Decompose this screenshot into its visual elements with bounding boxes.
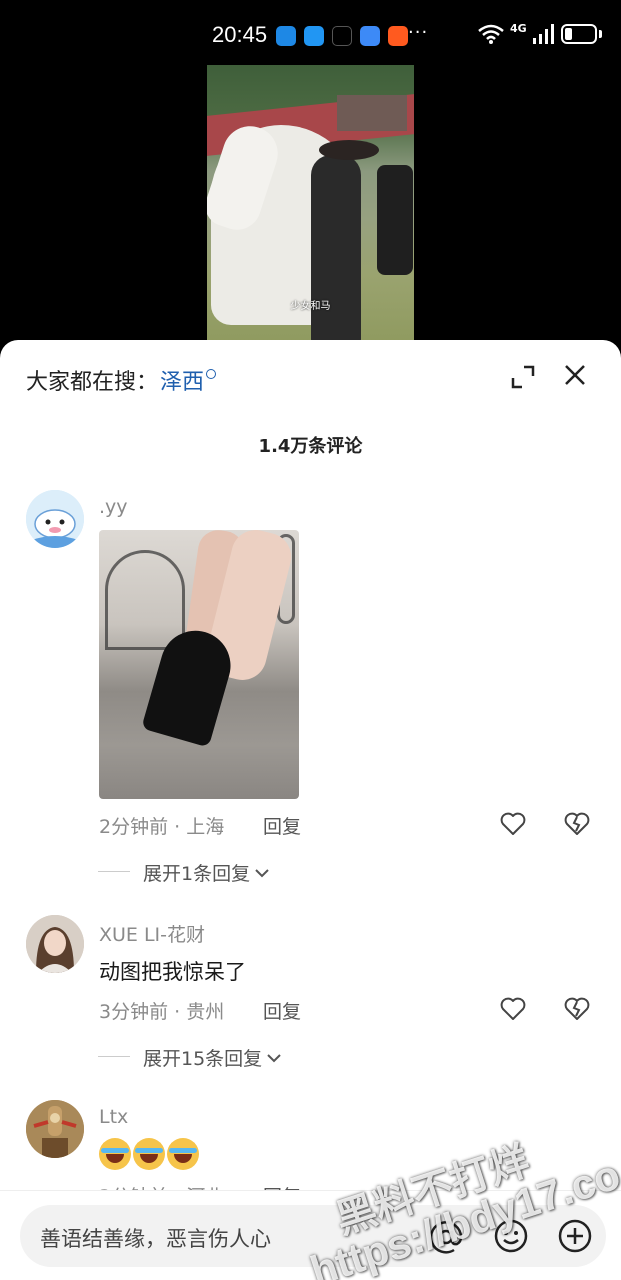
avatar[interactable]: [26, 915, 84, 973]
expand-replies-button[interactable]: 展开1条回复: [143, 859, 270, 886]
comment-meta: 3分钟前 · 贵州: [99, 1001, 225, 1023]
chevron-down-icon: [255, 868, 269, 877]
search-suggestion-term[interactable]: 泽西: [160, 364, 204, 396]
video-caption: 少女和马: [290, 301, 331, 312]
tiktok-icon: [332, 26, 352, 46]
video-player[interactable]: 少女和马: [207, 65, 414, 345]
comment-username[interactable]: .yy: [99, 496, 128, 518]
comment-count: 1.4万条评论: [258, 436, 363, 457]
comment-text: 动图把我惊呆了: [99, 960, 246, 984]
mention-icon[interactable]: [428, 1219, 464, 1255]
chevron-down-icon: [267, 1053, 281, 1062]
laughing-crying-emoji: [133, 1138, 165, 1170]
comment-emojis: [99, 1138, 199, 1170]
search-suggestion-prefix: 大家都在搜：: [26, 370, 159, 395]
laughing-crying-emoji: [167, 1138, 199, 1170]
system-icons: 4G: [478, 21, 602, 44]
comment-input-placeholder: 善语结善缘，恶言伤人心: [40, 1227, 271, 1251]
comment-meta: 2分钟前 · 上海: [99, 816, 225, 838]
comment-username[interactable]: Ltx: [99, 1106, 128, 1128]
search-suggestion[interactable]: 大家都在搜： 泽西: [26, 364, 217, 396]
comment-image[interactable]: [99, 530, 299, 799]
expand-replies-label: 展开15条回复: [143, 1048, 263, 1070]
notification-icons: [276, 26, 408, 46]
signal-icon: [532, 24, 554, 44]
dislike-icon[interactable]: [564, 812, 590, 836]
avatar[interactable]: [26, 1100, 84, 1158]
laughing-crying-emoji: [99, 1138, 131, 1170]
comment-sheet: 大家都在搜： 泽西 1.4万条评论 .yy 2分钟前 · 上海 回复 展开1条回…: [0, 340, 621, 1280]
comment-input[interactable]: 善语结善缘，恶言伤人心: [20, 1205, 606, 1267]
like-icon[interactable]: [500, 812, 526, 836]
emoji-icon[interactable]: [493, 1218, 529, 1254]
add-icon[interactable]: [557, 1218, 593, 1254]
battery-icon: [560, 24, 597, 44]
dislike-icon[interactable]: [564, 997, 590, 1021]
browser-app-icon: [360, 26, 380, 46]
status-time: 20:45: [212, 22, 268, 47]
more-notifications-icon: ···: [408, 22, 429, 43]
wifi-icon: [478, 24, 504, 44]
rider-figure: [311, 155, 361, 345]
comment-username[interactable]: XUE LI-花财: [99, 920, 205, 947]
search-icon: [206, 369, 217, 379]
status-bar: 20:45 ··· 4G: [0, 0, 621, 70]
avatar[interactable]: [26, 490, 84, 548]
close-icon[interactable]: [562, 362, 588, 388]
comment-input-bar: 善语结善缘，恶言伤人心: [0, 1190, 621, 1280]
shield-app-icon: [276, 26, 296, 46]
reply-button[interactable]: 回复: [263, 997, 301, 1024]
expand-replies-button[interactable]: 展开15条回复: [143, 1044, 282, 1071]
like-icon[interactable]: [500, 997, 526, 1021]
network-type-label: 4G: [510, 21, 527, 35]
reply-button[interactable]: 回复: [263, 812, 301, 839]
expand-icon[interactable]: [510, 364, 536, 390]
message-app-icon: [304, 26, 324, 46]
shop-app-icon: [388, 26, 408, 46]
expand-replies-label: 展开1条回复: [143, 863, 251, 885]
